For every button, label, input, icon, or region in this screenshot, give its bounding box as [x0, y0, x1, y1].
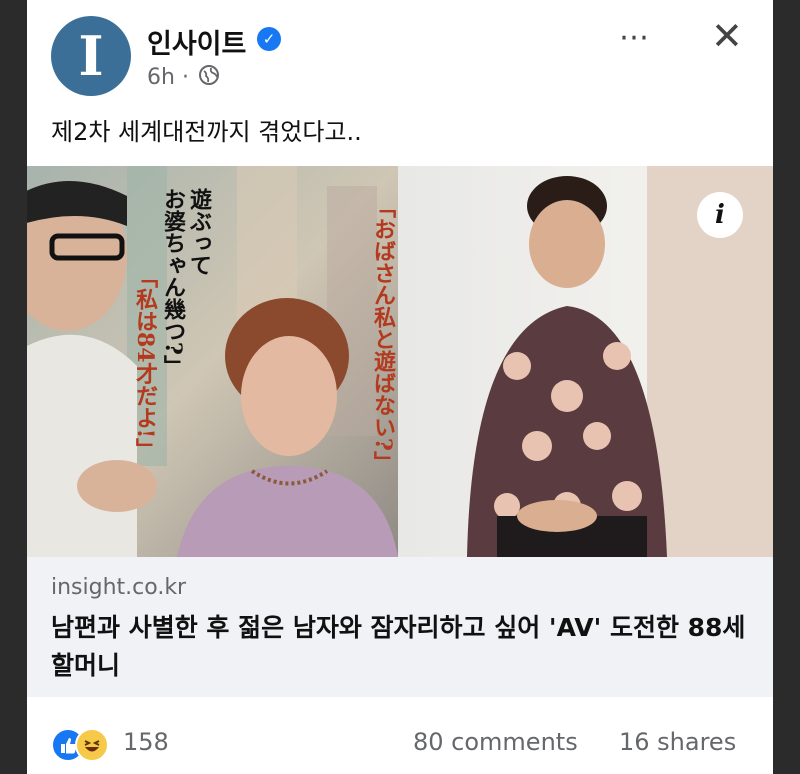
page-avatar[interactable]: I: [51, 16, 131, 96]
overlay-text-2: お婆ちゃん幾つ?」: [160, 188, 186, 377]
shares-count[interactable]: 16 shares: [619, 728, 736, 756]
overlay-text-4: 「おばさん私と遊ばない?」: [370, 196, 396, 473]
meta-separator: ·: [181, 65, 189, 90]
post-header: I 인사이트 ✓ 6h · ⋯ ✕: [27, 0, 773, 100]
haha-reaction-icon: [75, 728, 109, 762]
page-name[interactable]: 인사이트: [147, 22, 246, 61]
link-headline[interactable]: 남편과 사별한 후 젊은 남자와 잠자리하고 싶어 'AV' 도전한 88세 할…: [51, 609, 751, 685]
overlay-text-1: 遊ぶって: [186, 187, 212, 276]
close-icon[interactable]: ✕: [711, 16, 743, 56]
post-meta: 6h ·: [147, 64, 220, 92]
facebook-post-card: I 인사이트 ✓ 6h · ⋯ ✕ 제2차 세계대전까지 겪었다고.. 遊ぶって…: [27, 0, 773, 774]
post-caption: 제2차 세계대전까지 겪었다고..: [51, 118, 362, 146]
comments-count[interactable]: 80 comments: [413, 728, 578, 756]
globe-icon: [198, 64, 220, 92]
more-options-icon[interactable]: ⋯: [619, 20, 651, 55]
post-photo[interactable]: 遊ぶって お婆ちゃん幾つ?」 「私は84才だよ!」 「おばさん私と遊ばない?」 …: [27, 166, 773, 557]
post-footer: 158 80 comments 16 shares: [27, 710, 773, 774]
link-domain: insight.co.kr: [51, 575, 187, 600]
post-time[interactable]: 6h: [147, 65, 175, 90]
link-preview[interactable]: insight.co.kr 남편과 사별한 후 젊은 남자와 잠자리하고 싶어 …: [27, 557, 773, 697]
reaction-count[interactable]: 158: [123, 728, 169, 756]
overlay-text-3: 「私は84才だよ!」: [132, 266, 158, 460]
verified-badge-icon: ✓: [257, 27, 281, 51]
info-icon[interactable]: i: [697, 192, 743, 238]
